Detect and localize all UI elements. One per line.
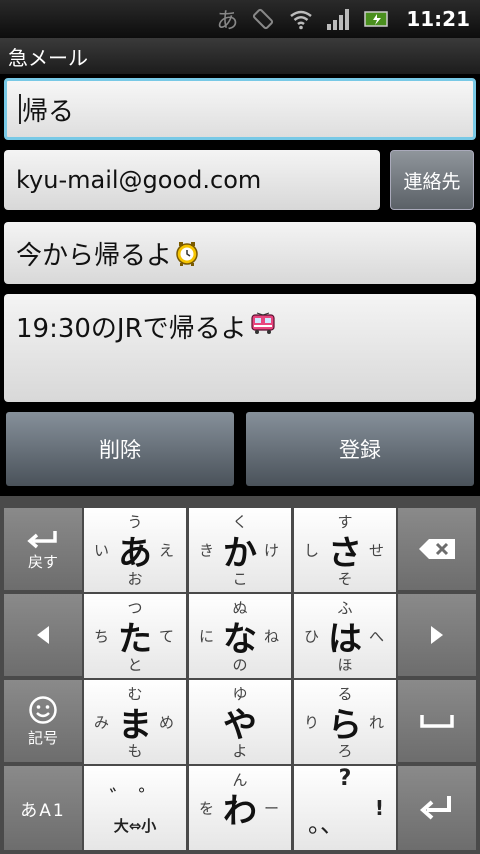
kana-key-wa[interactable]: ん を わ ー xyxy=(189,766,291,850)
ime-indicator: あ xyxy=(216,9,239,34)
back-key-label: 戻す xyxy=(27,552,58,571)
signal-icon xyxy=(326,6,352,32)
flick-right: め xyxy=(158,713,174,732)
clock: 11:21 xyxy=(406,7,470,31)
punctuation-key[interactable]: ? 。、 ! xyxy=(294,766,396,850)
space-key[interactable] xyxy=(398,680,476,762)
flick-down: の xyxy=(232,656,248,674)
flick-down: も xyxy=(127,742,143,760)
clock-emoji-icon xyxy=(174,240,200,266)
contacts-button[interactable]: 連絡先 xyxy=(390,150,474,210)
flick-up: ? xyxy=(338,766,352,791)
contacts-button-label: 連絡先 xyxy=(403,170,461,193)
dakuten-marks: ゛ ゜ xyxy=(109,786,161,812)
flick-right: ! xyxy=(374,796,384,820)
flick-left: ち xyxy=(94,627,110,646)
battery-charging-icon xyxy=(364,6,390,32)
kana-key-ta[interactable]: つ ち た て と xyxy=(84,594,186,678)
kana-key-ma[interactable]: む み ま め も xyxy=(84,680,186,764)
flick-down: お xyxy=(127,570,143,588)
flick-right: け xyxy=(263,541,279,560)
kana-key-ka[interactable]: く き か け こ xyxy=(189,508,291,592)
text-caret xyxy=(19,94,21,124)
flick-down: こ xyxy=(232,570,248,588)
body-value: 19:30のJRで帰るよ xyxy=(16,314,247,344)
flick-right: ー xyxy=(263,799,279,818)
flick-left: み xyxy=(94,713,110,732)
kana-key-a[interactable]: う い あ え お xyxy=(84,508,186,592)
flick-left: を xyxy=(199,799,215,818)
undo-icon xyxy=(27,530,57,548)
wifi-icon xyxy=(288,6,314,32)
email-field[interactable]: kyu-mail@good.com xyxy=(4,150,380,210)
kana-key-na[interactable]: ぬ に な ね の xyxy=(189,594,291,678)
input-mode-key[interactable]: あA1 xyxy=(4,766,82,850)
subject-field[interactable]: 帰る xyxy=(4,78,476,140)
heading-value: 今から帰るよ xyxy=(16,240,173,271)
delete-button-label: 削除 xyxy=(99,438,141,462)
flick-keyboard: 戻す う い あ え お く き か け こ す し さ せ そ つ ち た て… xyxy=(0,496,480,854)
app-title-bar: 急メール xyxy=(0,38,480,74)
cursor-right-key[interactable] xyxy=(398,594,476,676)
arrow-left-icon xyxy=(37,626,49,644)
status-bar: あ 11:21 xyxy=(0,0,480,38)
enter-key[interactable] xyxy=(398,766,476,850)
train-emoji-icon xyxy=(249,312,277,336)
enter-icon xyxy=(419,796,451,820)
heading-field[interactable]: 今から帰るよ xyxy=(4,222,476,284)
kana-key-ha[interactable]: ふ ひ は へ ほ xyxy=(294,594,396,678)
flick-right: へ xyxy=(368,627,384,646)
kana-key-ya[interactable]: ゆ や よ xyxy=(189,680,291,764)
flick-left: い xyxy=(94,541,110,560)
kana-key-ra[interactable]: る り ら れ ろ xyxy=(294,680,396,764)
flick-left: に xyxy=(199,627,215,646)
size-toggle-label: 大⇔小 xyxy=(113,816,157,835)
delete-button[interactable]: 削除 xyxy=(6,412,234,486)
punctuation-marks: 。、 xyxy=(308,810,344,838)
flick-right: え xyxy=(158,541,174,560)
kana-main: わ xyxy=(223,791,257,832)
app-title: 急メール xyxy=(8,45,88,70)
register-button-label: 登録 xyxy=(339,438,381,462)
flick-down: と xyxy=(127,656,143,674)
flick-right: れ xyxy=(368,713,384,732)
arrow-right-icon xyxy=(431,626,443,644)
flick-down: ほ xyxy=(337,656,353,674)
email-value: kyu-mail@good.com xyxy=(16,166,262,194)
flick-left: り xyxy=(304,713,320,732)
space-icon xyxy=(420,715,454,728)
flick-down: よ xyxy=(232,742,248,760)
flick-right: ね xyxy=(263,627,279,646)
flick-right: せ xyxy=(368,541,384,560)
kana-key-sa[interactable]: す し さ せ そ xyxy=(294,508,396,592)
flick-left: ひ xyxy=(304,627,320,646)
flick-down: そ xyxy=(337,570,353,588)
input-mode-label: あA1 xyxy=(20,800,66,821)
symbols-key-label: 記号 xyxy=(27,728,58,747)
body-field[interactable]: 19:30のJRで帰るよ xyxy=(4,294,476,402)
backspace-icon xyxy=(419,539,455,559)
flick-left: き xyxy=(199,541,215,560)
subject-value: 帰る xyxy=(22,96,75,127)
flick-right: て xyxy=(158,627,174,646)
symbols-key[interactable]: 記号 xyxy=(4,680,82,762)
flick-down: ろ xyxy=(337,742,353,760)
back-key[interactable]: 戻す xyxy=(4,508,82,590)
dakuten-key[interactable]: ゛ ゜ 大⇔小 xyxy=(84,766,186,850)
rotation-icon xyxy=(250,6,276,32)
smiley-icon xyxy=(29,695,57,724)
register-button[interactable]: 登録 xyxy=(246,412,474,486)
backspace-key[interactable] xyxy=(398,508,476,590)
flick-left: し xyxy=(304,541,320,560)
cursor-left-key[interactable] xyxy=(4,594,82,676)
